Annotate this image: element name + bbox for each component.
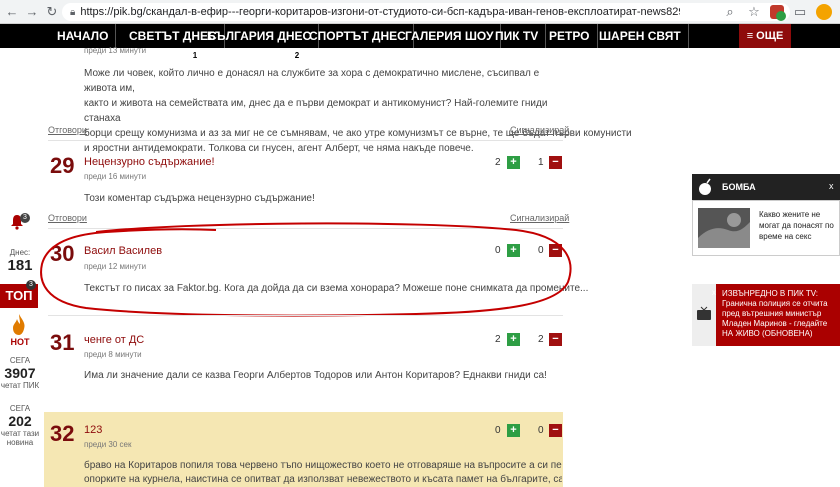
downvote-count: 0 xyxy=(538,425,544,436)
upvote-button[interactable]: + xyxy=(507,156,520,169)
breaking-news-text: ИЗВЪНРЕДНО В ПИК TV: Гранична полиция се… xyxy=(722,289,828,338)
breaking-news-card[interactable]: x ИЗВЪНРЕДНО В ПИК TV: Гранична полиция … xyxy=(692,284,840,346)
readers-site-sub: четат ПИК xyxy=(0,381,40,390)
lock-icon: 🔒︎ xyxy=(70,6,76,18)
comment-line: както и живота на семействата им, днес д… xyxy=(84,98,548,124)
downvote-button[interactable]: − xyxy=(549,156,562,169)
today-box: Днес: 181 xyxy=(0,248,40,274)
downvote-count: 2 xyxy=(538,334,544,345)
red-circle-annotation xyxy=(40,222,572,317)
nav-badge-bulgaria: 2 xyxy=(292,51,302,61)
downvote-count: 1 xyxy=(538,157,544,168)
upvote-button[interactable]: + xyxy=(507,333,520,346)
profile-avatar[interactable] xyxy=(816,4,832,20)
comment-time: преди 30 сек xyxy=(84,440,132,449)
nav-label: РЕТРО xyxy=(549,29,590,43)
top-badge: 3 xyxy=(26,280,36,290)
nav-badge-world: 1 xyxy=(190,51,200,61)
comment-line: Може ли човек, който лично е донасял на … xyxy=(84,68,540,94)
nav-item-retro[interactable]: РЕТРО xyxy=(542,24,598,48)
comment-time: преди 16 минути xyxy=(84,172,147,181)
browser-toolbar: ← → ↻ 🔒︎ https://pik.bg/скандал-в-ефир--… xyxy=(0,0,840,24)
readers-article-count: 202 xyxy=(8,413,32,429)
downvote-button[interactable]: − xyxy=(549,424,562,437)
now-label: СЕГА xyxy=(9,404,31,413)
upvote-count: 2 xyxy=(495,157,501,168)
comment-number: 31 xyxy=(50,330,75,355)
divider xyxy=(48,315,563,316)
address-bar[interactable]: 🔒︎ https://pik.bg/скандал-в-ефир---георг… xyxy=(62,3,790,21)
extension-icon[interactable] xyxy=(770,5,786,21)
extension-badge-icon xyxy=(776,11,786,21)
close-icon[interactable]: x xyxy=(829,181,834,191)
more-menu-button[interactable]: ≡ ОЩЕ xyxy=(739,24,791,48)
hot-label-box: HOT xyxy=(0,337,40,347)
flame-icon xyxy=(13,314,25,335)
comment-author[interactable]: 123 xyxy=(84,424,102,436)
reply-link[interactable]: Отговори xyxy=(48,125,87,135)
extension-gray-icon[interactable]: ▭ xyxy=(792,4,808,20)
zoom-icon[interactable]: ⌕ xyxy=(722,4,738,20)
comment-text: Има ли значение дали се казва Георги Алб… xyxy=(84,370,547,381)
comment-time: преди 8 минути xyxy=(84,350,142,359)
nav-label: НАЧАЛО xyxy=(57,29,109,43)
bell-badge: 3 xyxy=(20,213,30,223)
nav-item-gallery[interactable]: ГАЛЕРИЯ ШОУ xyxy=(398,24,502,48)
comment-number: 32 xyxy=(50,421,75,446)
comment-text: Може ли човек, който лично е донасял на … xyxy=(84,66,632,156)
main-nav: НАЧАЛО СВЕТЪТ ДНЕС 1 БЪЛГАРИЯ ДНЕС 2 СПО… xyxy=(0,24,840,61)
upvote-count: 0 xyxy=(495,425,501,436)
comment-text: браво на Коритаров попиля това червено т… xyxy=(84,460,562,471)
bomb-header: БОМБА xyxy=(692,174,840,200)
bookmark-star-icon[interactable]: ☆ xyxy=(746,4,762,20)
bomb-article-title: Какво жените не могат да понасят по врем… xyxy=(759,210,834,241)
readers-article-sub2: новина xyxy=(6,438,34,447)
readers-site-box: СЕГА 3907 четат ПИК xyxy=(0,356,40,390)
report-link[interactable]: Сигнализирай xyxy=(510,125,569,135)
nav-item-colorful-world[interactable]: ШАРЕН СВЯТ xyxy=(592,24,689,48)
comment-line: борци срещу комунизма и аз за миг не се … xyxy=(84,128,632,139)
comment-author[interactable]: ченге от ДС xyxy=(84,334,144,346)
today-label: Днес: xyxy=(9,248,31,257)
nav-label: ШАРЕН СВЯТ xyxy=(599,29,681,43)
divider xyxy=(48,140,563,141)
bomb-title: БОМБА xyxy=(722,182,756,192)
comment-text: опорките на курнела, наистина се опитват… xyxy=(84,474,562,485)
readers-article-sub1: четат тази xyxy=(0,429,40,438)
comment-text: Този коментар съдържа нецензурно съдържа… xyxy=(84,193,315,204)
tv-icon xyxy=(697,306,711,320)
nav-item-home[interactable]: НАЧАЛО xyxy=(50,24,117,48)
bomb-icon xyxy=(699,178,711,195)
comment-number: 29 xyxy=(50,153,75,178)
upvote-button[interactable]: + xyxy=(507,424,520,437)
nav-label: ПИК TV xyxy=(495,29,539,43)
today-count: 181 xyxy=(7,257,33,274)
readers-article-box: СЕГА 202 четат тази новина xyxy=(0,404,40,447)
readers-site-count: 3907 xyxy=(4,365,36,381)
back-icon[interactable]: ← xyxy=(4,4,20,20)
nav-label: СПОРТЪТ ДНЕС xyxy=(309,29,406,43)
url-text: https://pik.bg/скандал-в-ефир---георги-к… xyxy=(80,6,681,18)
now-label: СЕГА xyxy=(9,356,31,365)
nav-item-pik-tv[interactable]: ПИК TV xyxy=(488,24,547,48)
article-thumbnail xyxy=(698,208,750,248)
forward-icon[interactable]: → xyxy=(24,4,40,20)
comment-author[interactable]: Нецензурно съдържание! xyxy=(84,156,215,168)
comment-line: и яростни антидемократи. Толкова си гнус… xyxy=(84,143,474,154)
hot-label[interactable]: HOT xyxy=(0,337,40,347)
close-icon[interactable]: x xyxy=(712,288,716,297)
nav-label: ГАЛЕРИЯ ШОУ xyxy=(405,29,494,43)
upvote-count: 2 xyxy=(495,334,501,345)
comment-time: преди 13 минути xyxy=(84,46,147,55)
reload-icon[interactable]: ↻ xyxy=(44,4,60,20)
bomb-article-card[interactable]: Какво жените не могат да понасят по врем… xyxy=(692,200,840,256)
nav-label: БЪЛГАРИЯ ДНЕС xyxy=(207,29,312,43)
downvote-button[interactable]: − xyxy=(549,333,562,346)
